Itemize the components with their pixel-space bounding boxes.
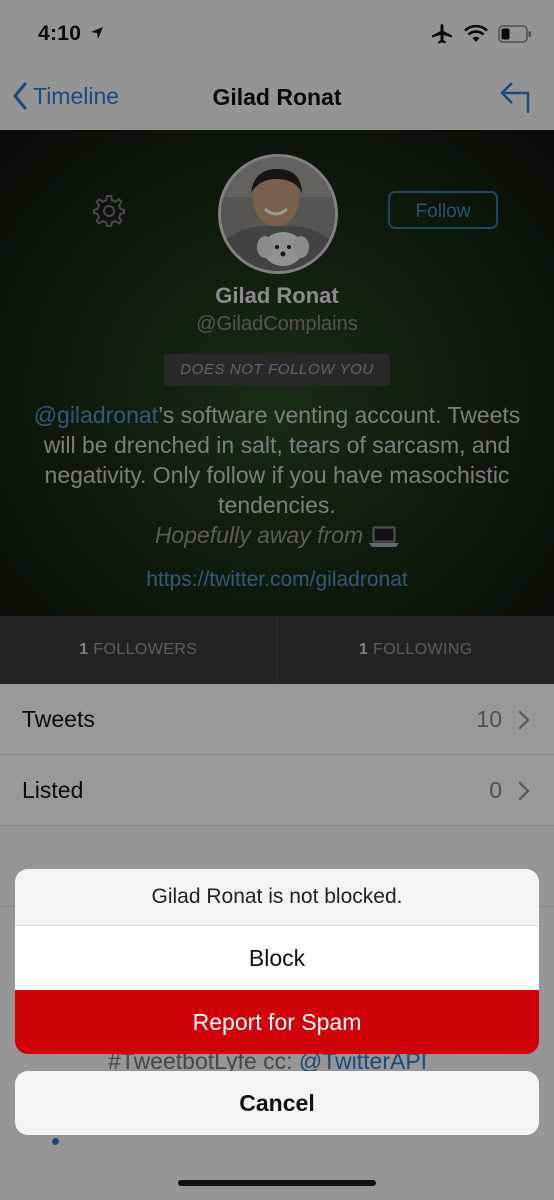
block-button[interactable]: Block (15, 925, 539, 990)
home-indicator[interactable] (178, 1180, 376, 1186)
profile-screen: 4:10 Timeline Gilad Ronat Follow Gilad R… (0, 0, 554, 1200)
action-sheet-message: Gilad Ronat is not blocked. (15, 869, 539, 925)
report-spam-button[interactable]: Report for Spam (15, 990, 539, 1054)
cancel-button[interactable]: Cancel (15, 1071, 539, 1135)
action-sheet: Gilad Ronat is not blocked. Block Report… (15, 869, 539, 1054)
